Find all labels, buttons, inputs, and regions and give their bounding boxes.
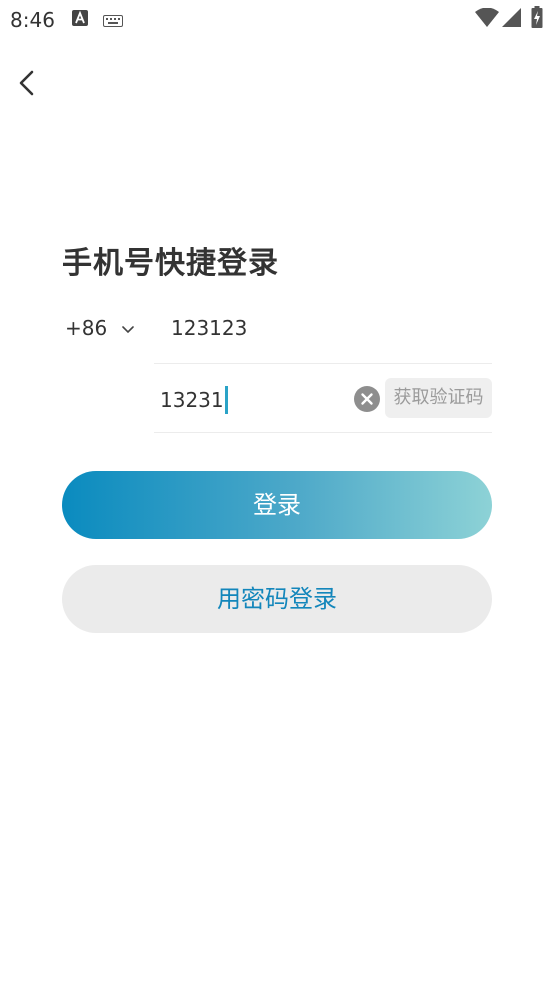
divider [154, 432, 492, 433]
chevron-down-icon [107, 316, 135, 340]
wifi-icon [475, 7, 499, 32]
clear-input-button[interactable] [354, 386, 380, 412]
chevron-left-icon [14, 70, 42, 104]
page-title: 手机号快捷登录 [62, 246, 279, 281]
back-button[interactable] [14, 66, 42, 100]
password-login-button[interactable]: 用密码登录 [62, 565, 492, 633]
status-bar: 8:46 [0, 0, 554, 38]
verification-code-input[interactable]: 13231 [160, 386, 228, 414]
divider [154, 363, 492, 364]
status-time: 8:46 [10, 8, 55, 32]
signal-icon [502, 8, 522, 32]
verification-code-value: 13231 [160, 388, 224, 412]
get-verification-code-button[interactable]: 获取验证码 [385, 378, 492, 418]
phone-input[interactable]: 123123 [171, 316, 247, 340]
country-code-selector[interactable]: +86 [65, 316, 135, 340]
text-cursor [224, 386, 228, 414]
a-notification-icon [72, 10, 88, 30]
battery-charging-icon [531, 6, 543, 32]
country-code-label: +86 [65, 316, 108, 340]
keyboard-icon [103, 12, 123, 31]
clear-circle-icon [354, 393, 380, 416]
login-button[interactable]: 登录 [62, 471, 492, 539]
